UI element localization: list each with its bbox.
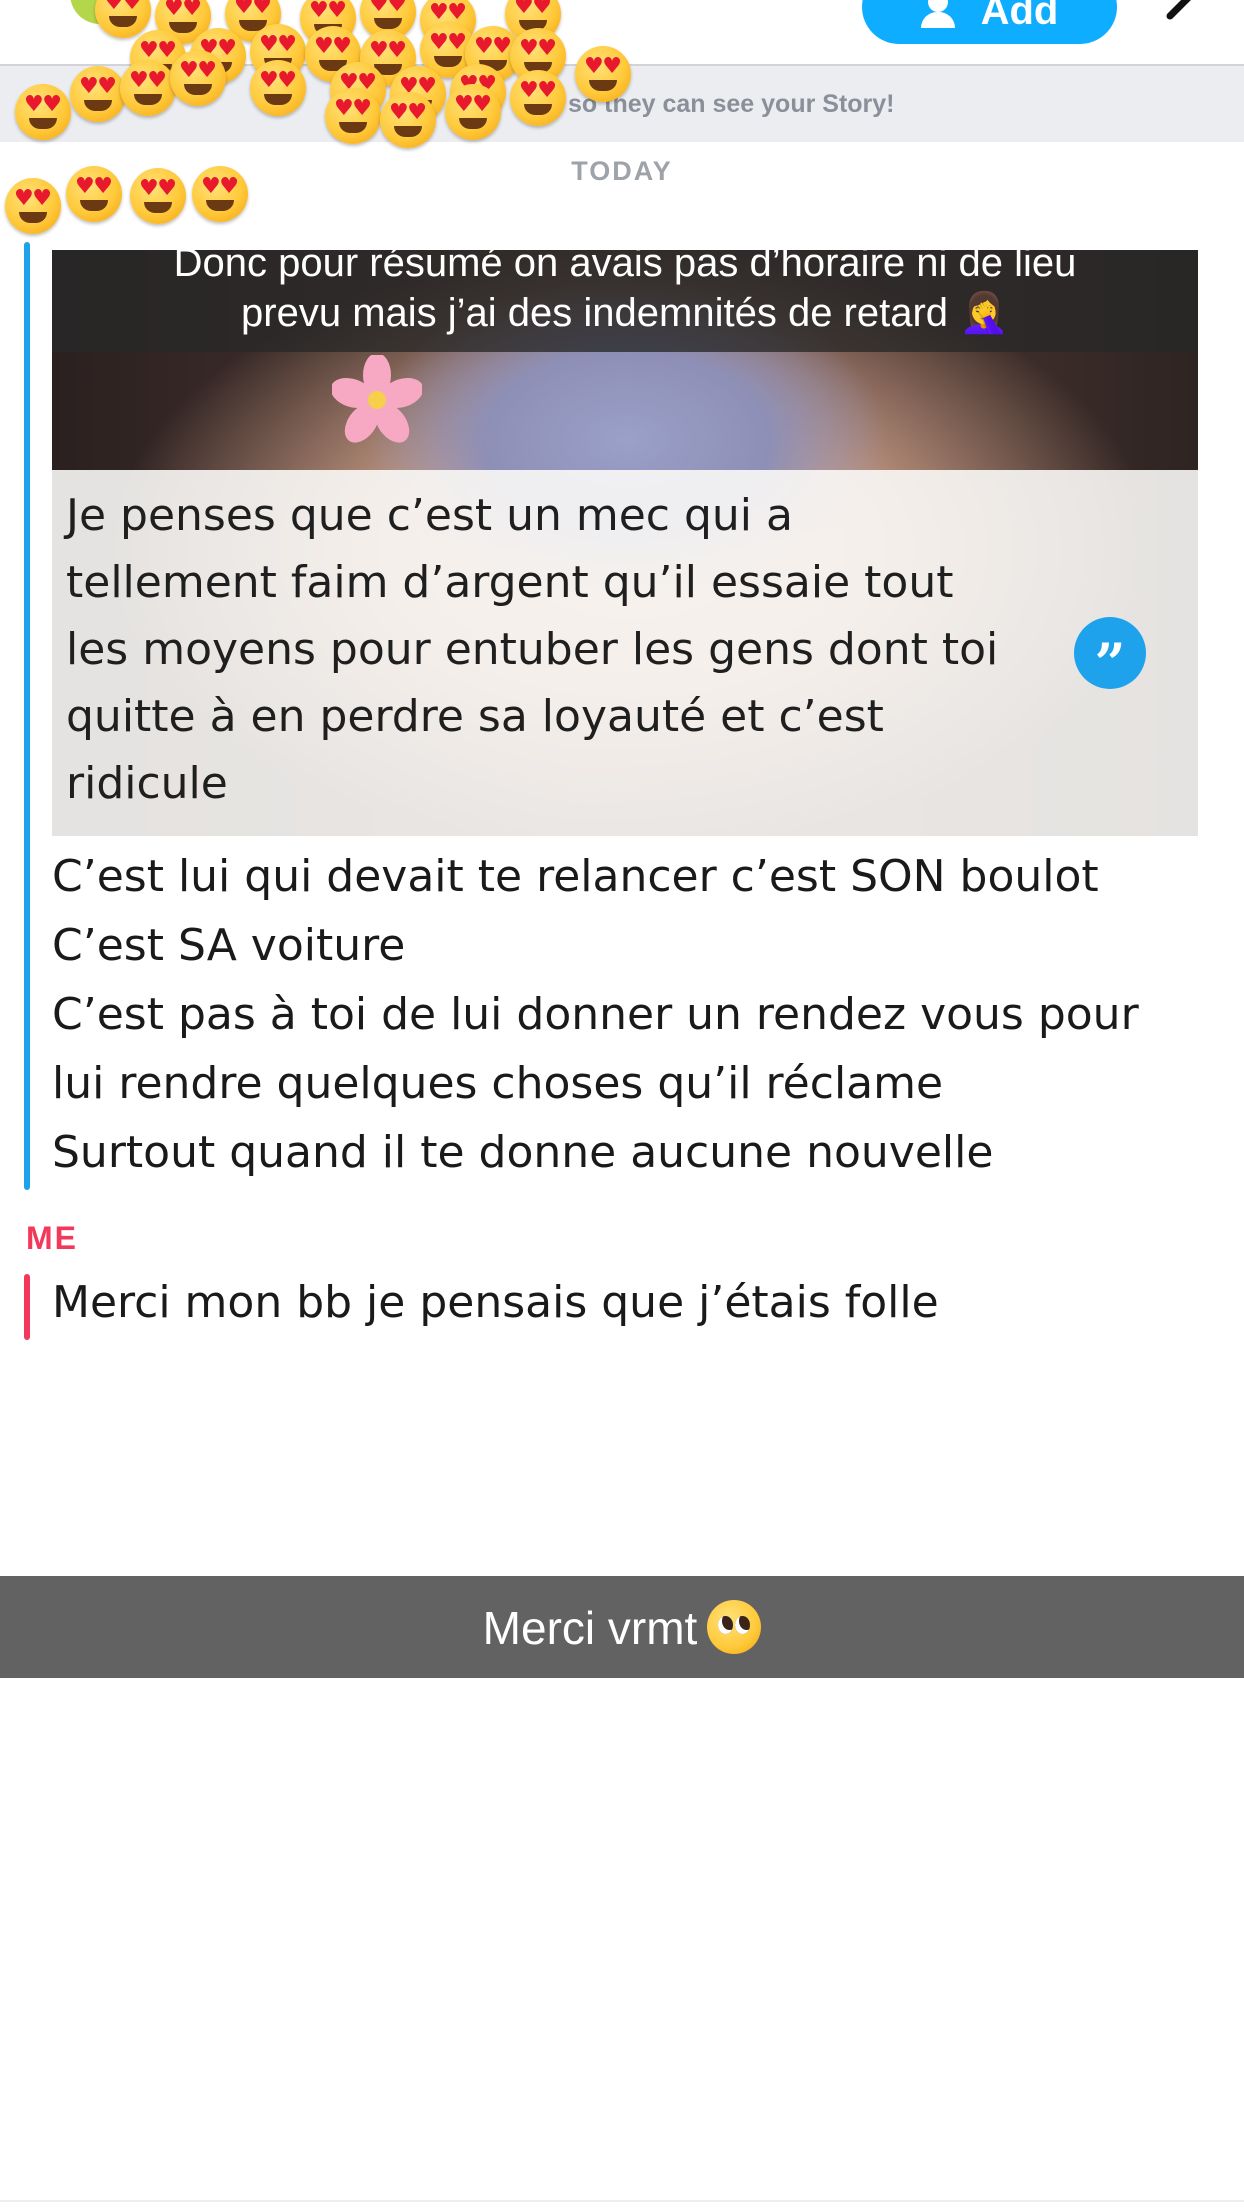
quoted-message-text: Je penses que c’est un mec qui a telleme… [66, 490, 999, 809]
snap-caption: Donc pour résumé on avais pas d’horaire … [173, 250, 1077, 335]
quoted-snap-card[interactable]: Donc pour résumé on avais pas d’horaire … [52, 250, 1198, 836]
quote-icon[interactable]: ” [1074, 617, 1146, 695]
message-line: Surtout quand il te donne aucune nouvell… [52, 1127, 994, 1178]
heart-eyes-icon [325, 88, 381, 144]
add-friend-button[interactable]: Add [862, 0, 1117, 44]
caption-overlay-text: Merci vrmt [482, 1602, 698, 1654]
sender-label-me: ME [26, 1220, 78, 1256]
message-line: C’est SA voiture [52, 920, 406, 971]
friend-message[interactable]: C’est lui qui devait te relancer c’est S… [52, 842, 1232, 1187]
day-divider: TODAY [571, 156, 673, 186]
bottom-divider [0, 2200, 1244, 2202]
message-line: C’est pas à toi de lui donner un rendez … [52, 989, 1139, 1040]
heart-eyes-icon [170, 50, 226, 106]
heart-eyes-icon [120, 60, 176, 116]
add-button-label: Add [980, 0, 1059, 33]
message-line: C’est lui qui devait te relancer c’est S… [52, 851, 1099, 902]
heart-eyes-icon [70, 66, 126, 122]
me-message-bar [24, 1274, 30, 1340]
person-add-icon [920, 0, 955, 28]
flower-icon [332, 355, 422, 443]
heart-eyes-icon [575, 46, 631, 102]
message-line: lui rendre quelques choses qu’il réclame [52, 1058, 944, 1109]
friend-message-bar [24, 242, 30, 1190]
heart-eyes-icon [250, 60, 306, 116]
me-message[interactable]: Merci mon bb je pensais que j’étais foll… [52, 1268, 1232, 1337]
caption-overlay: Merci vrmt [0, 1600, 1244, 1656]
heart-eyes-icon [380, 92, 436, 148]
heart-eyes-icon [510, 70, 566, 126]
pleading-face-icon [707, 1600, 762, 1654]
more-icon[interactable] [1160, 0, 1220, 36]
heart-eyes-icon [445, 84, 501, 140]
heart-eyes-icon [15, 84, 71, 140]
